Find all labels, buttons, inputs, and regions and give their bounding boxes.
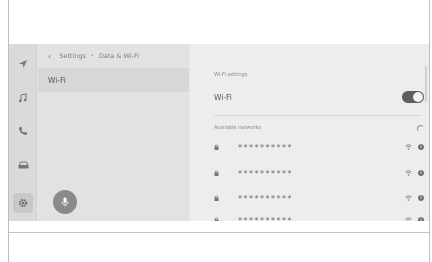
- phone-icon[interactable]: [13, 121, 33, 141]
- car-icon[interactable]: [13, 155, 33, 175]
- section-title: Wi-Fi settings: [214, 72, 248, 78]
- info-icon[interactable]: i: [418, 170, 424, 176]
- wifi-settings-panel: Wi-Fi settings Wi-Fi Available networks …: [190, 44, 429, 221]
- wifi-signal-icon: [405, 170, 412, 176]
- loading-spinner-icon: [417, 124, 424, 132]
- wifi-toggle-row[interactable]: Wi-Fi: [214, 89, 424, 105]
- app-rail: [9, 44, 37, 221]
- settings-menu-panel: ‹ Settings • Data & Wi-Fi Wi-Fi: [38, 44, 189, 221]
- info-icon[interactable]: i: [418, 217, 424, 221]
- wifi-label: Wi-Fi: [214, 92, 232, 102]
- menu-item-wifi[interactable]: Wi-Fi: [38, 68, 189, 92]
- music-icon[interactable]: [13, 88, 33, 108]
- network-ssid: **********: [238, 215, 293, 222]
- microphone-icon: [61, 197, 69, 207]
- network-ssid: **********: [238, 193, 293, 203]
- navigation-icon[interactable]: [13, 54, 33, 74]
- info-icon[interactable]: i: [418, 195, 424, 201]
- menu-item-label: Wi-Fi: [48, 75, 66, 85]
- available-networks-header: Available networks: [214, 123, 424, 133]
- network-row[interactable]: ********** i: [214, 191, 424, 205]
- back-button[interactable]: ‹: [48, 52, 51, 61]
- infotainment-screen: ‹ Settings • Data & Wi-Fi Wi-Fi Wi-Fi se…: [9, 44, 429, 221]
- network-row[interactable]: ********** i: [214, 213, 424, 221]
- scrollbar[interactable]: [425, 66, 427, 102]
- wifi-signal-icon: [405, 217, 412, 221]
- lock-icon: [214, 217, 228, 221]
- breadcrumb-parent[interactable]: Settings: [59, 52, 86, 60]
- breadcrumb-current: Data & Wi-Fi: [98, 52, 140, 60]
- lock-icon: [214, 195, 228, 201]
- lock-icon: [214, 170, 228, 176]
- available-networks-label: Available networks: [214, 125, 262, 131]
- settings-icon[interactable]: [13, 193, 33, 213]
- lock-icon: [214, 144, 228, 150]
- info-icon[interactable]: i: [418, 144, 424, 150]
- network-row[interactable]: ********** i: [214, 166, 424, 180]
- wifi-signal-icon: [405, 144, 412, 150]
- network-ssid: **********: [238, 168, 293, 178]
- breadcrumb-separator: •: [90, 53, 94, 59]
- wifi-signal-icon: [405, 195, 412, 201]
- divider: [214, 115, 422, 116]
- wifi-toggle[interactable]: [402, 91, 424, 103]
- frame-divider: [9, 232, 429, 233]
- network-ssid: **********: [238, 142, 293, 152]
- network-row[interactable]: ********** i: [214, 140, 424, 154]
- breadcrumb: ‹ Settings • Data & Wi-Fi: [48, 49, 139, 63]
- voice-assistant-button[interactable]: [53, 190, 77, 214]
